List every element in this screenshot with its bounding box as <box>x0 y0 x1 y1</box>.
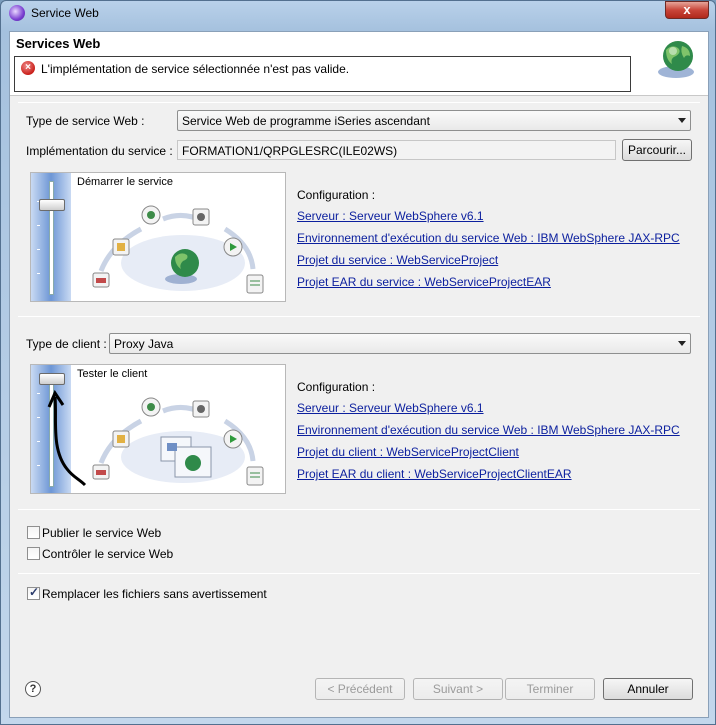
browse-button[interactable]: Parcourir... <box>622 139 692 161</box>
client-project-link[interactable]: Projet du client : WebServiceProjectClie… <box>297 445 519 459</box>
service-type-combo[interactable]: Service Web de programme iSeries ascenda… <box>177 110 691 131</box>
service-impl-value: FORMATION1/QRPGLESRC(ILE02WS) <box>182 144 398 158</box>
slider-tick <box>37 441 40 442</box>
service-type-label: Type de service Web : <box>26 114 145 128</box>
service-lifecycle-illustration <box>92 205 264 294</box>
service-slider-panel: Démarrer le service <box>30 172 286 302</box>
cancel-button[interactable]: Annuler <box>603 678 693 700</box>
slider-tick <box>37 465 40 466</box>
service-ear-project-link[interactable]: Projet EAR du service : WebServiceProjec… <box>297 275 551 289</box>
service-config-title: Configuration : <box>297 188 376 202</box>
service-runtime-link[interactable]: Environnement d'exécution du service Web… <box>297 231 680 245</box>
monitor-label: Contrôler le service Web <box>42 547 174 561</box>
slider-tick <box>37 225 40 226</box>
chevron-down-icon <box>678 118 686 123</box>
eclipse-app-icon <box>9 5 25 21</box>
client-slider-label: Tester le client <box>77 368 148 380</box>
wizard-banner: Services Web × L'implémentation de servi… <box>10 32 708 96</box>
slider-tick <box>37 417 40 418</box>
back-button[interactable]: < Précédent <box>315 678 405 700</box>
error-icon: × <box>21 61 35 75</box>
client-type-label: Type de client : <box>26 337 107 351</box>
service-impl-field[interactable]: FORMATION1/QRPGLESRC(ILE02WS) <box>177 140 616 160</box>
web-service-globe-icon <box>658 41 694 78</box>
client-slider-panel: Tester le client <box>30 364 286 494</box>
service-impl-label: Implémentation du service : <box>26 144 173 158</box>
separator <box>18 509 700 510</box>
client-server-link[interactable]: Serveur : Serveur WebSphere v6.1 <box>297 401 484 415</box>
next-button[interactable]: Suivant > <box>413 678 503 700</box>
overwrite-label: Remplacer les fichiers sans avertissemen… <box>42 587 267 601</box>
client-runtime-link[interactable]: Environnement d'exécution du service Web… <box>297 423 680 437</box>
client-type-combo[interactable]: Proxy Java <box>109 333 691 354</box>
slider-tick <box>37 393 40 394</box>
title-bar[interactable]: Service Web x <box>1 1 715 25</box>
client-ear-project-link[interactable]: Projet EAR du client : WebServiceProject… <box>297 467 572 481</box>
publish-label: Publier le service Web <box>42 526 162 540</box>
service-type-value: Service Web de programme iSeries ascenda… <box>182 114 430 128</box>
client-config-title: Configuration : <box>297 380 376 394</box>
window-title: Service Web <box>31 6 99 20</box>
help-icon[interactable]: ? <box>25 681 41 697</box>
slider-tick <box>37 273 40 274</box>
page-title: Services Web <box>16 36 101 51</box>
overwrite-checkbox[interactable] <box>27 585 40 600</box>
wizard-page: Services Web × L'implémentation de servi… <box>9 31 709 718</box>
slider-tick <box>37 249 40 250</box>
service-server-link[interactable]: Serveur : Serveur WebSphere v6.1 <box>297 209 484 223</box>
wizard-window: Service Web x Services Web × L'implément… <box>0 0 716 725</box>
service-slider-label: Démarrer le service <box>77 176 173 188</box>
finish-button[interactable]: Terminer <box>505 678 595 700</box>
close-button[interactable]: x <box>665 1 709 19</box>
publish-checkbox[interactable] <box>27 526 40 539</box>
client-slider-thumb[interactable] <box>39 373 65 385</box>
error-message-box: × L'implémentation de service sélectionn… <box>14 56 631 92</box>
separator <box>18 316 700 317</box>
error-message: L'implémentation de service sélectionnée… <box>41 62 350 76</box>
monitor-checkbox[interactable] <box>27 547 40 560</box>
client-lifecycle-illustration <box>92 397 264 486</box>
chevron-down-icon <box>678 341 686 346</box>
separator <box>18 102 700 103</box>
service-slider-thumb[interactable] <box>39 199 65 211</box>
service-project-link[interactable]: Projet du service : WebServiceProject <box>297 253 498 267</box>
separator <box>18 573 700 574</box>
client-type-value: Proxy Java <box>114 337 174 351</box>
